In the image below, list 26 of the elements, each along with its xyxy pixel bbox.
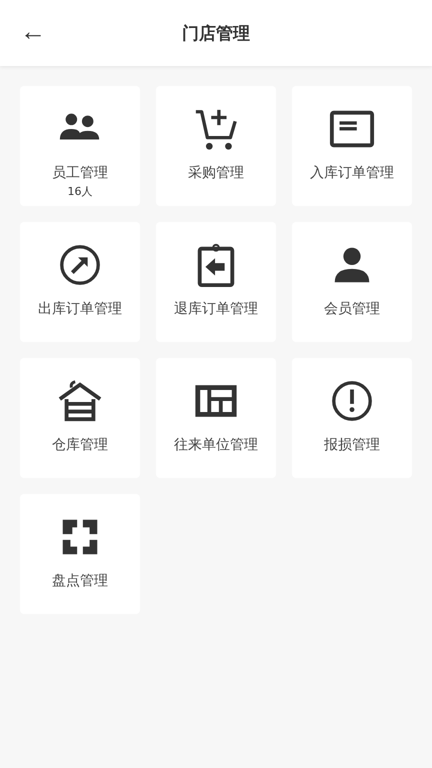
house-icon (57, 378, 103, 424)
tile-label: 采购管理 (188, 164, 244, 182)
alert-icon (329, 378, 375, 424)
menu-tile[interactable]: 盘点管理 (20, 494, 140, 614)
tile-label: 报损管理 (324, 436, 380, 454)
menu-tile[interactable]: 会员管理 (292, 222, 412, 342)
tile-label: 出库订单管理 (38, 300, 122, 318)
tile-label: 盘点管理 (52, 572, 108, 590)
arrow-circle-icon (57, 242, 103, 288)
tile-label: 往来单位管理 (174, 436, 258, 454)
menu-tile[interactable]: 仓库管理 (20, 358, 140, 478)
page-title: 门店管理 (182, 22, 250, 44)
menu-tile[interactable]: 入库订单管理 (292, 86, 412, 206)
tile-count: 16人 (68, 184, 92, 199)
tile-label: 员工管理 (52, 164, 108, 182)
menu-tile[interactable]: 员工管理 16人 (20, 86, 140, 206)
menu-tile[interactable]: 退库订单管理 (156, 222, 276, 342)
menu-tile[interactable]: 往来单位管理 (156, 358, 276, 478)
menu-tile[interactable]: 出库订单管理 (20, 222, 140, 342)
tile-label: 仓库管理 (52, 436, 108, 454)
back-button[interactable]: ← (0, 18, 46, 48)
tile-label: 退库订单管理 (174, 300, 258, 318)
tile-label: 会员管理 (324, 300, 380, 318)
menu-tile[interactable]: 采购管理 (156, 86, 276, 206)
tile-label: 入库订单管理 (310, 164, 394, 182)
menu-tile[interactable]: 报损管理 (292, 358, 412, 478)
